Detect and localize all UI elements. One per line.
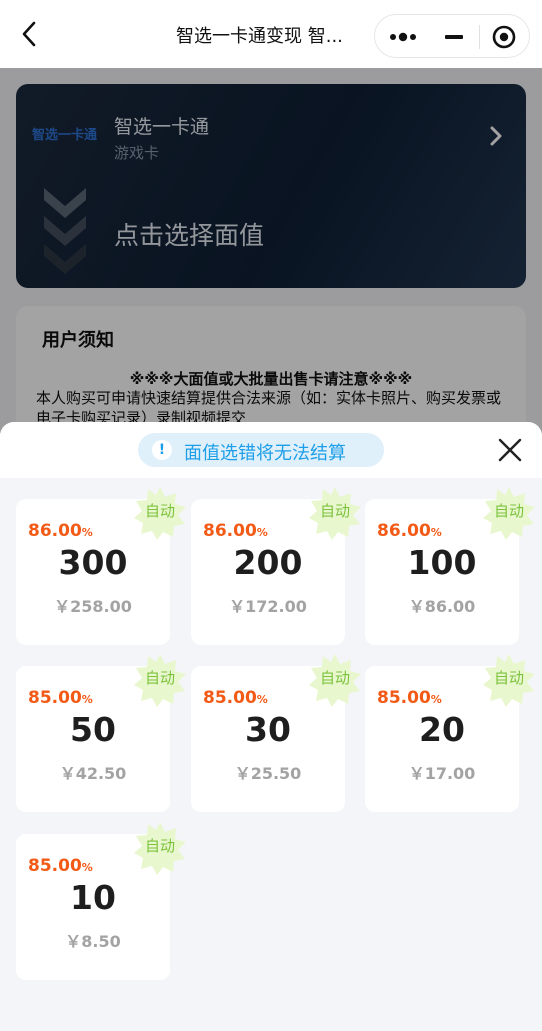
payout-price: ￥8.50 bbox=[65, 932, 121, 951]
denomination-item[interactable]: 86.00% 100 ￥86.00 自动 bbox=[365, 487, 535, 645]
navigation-bar: 智选一卡通变现 智... bbox=[0, 0, 542, 68]
auto-badge-label: 自动 bbox=[144, 837, 175, 855]
face-value: 100 bbox=[407, 543, 477, 582]
rate-unit: % bbox=[81, 861, 93, 874]
denomination-item[interactable]: 85.00% 30 ￥25.50 自动 bbox=[191, 654, 361, 812]
auto-badge: 自动 bbox=[481, 652, 537, 708]
page-title: 智选一卡通变现 智... bbox=[176, 26, 343, 47]
rate-value: 85.00 bbox=[28, 856, 82, 876]
auto-badge: 自动 bbox=[132, 820, 188, 876]
face-value: 200 bbox=[233, 543, 303, 582]
rate-value: 86.00 bbox=[28, 521, 82, 541]
denomination-item[interactable]: 85.00% 50 ￥42.50 自动 bbox=[16, 654, 186, 812]
exclamation-icon: ! bbox=[152, 440, 172, 460]
target-circle-icon[interactable] bbox=[489, 23, 519, 51]
rate-value: 86.00 bbox=[203, 521, 257, 541]
payout-price: ￥86.00 bbox=[408, 597, 476, 616]
payout-price: ￥17.00 bbox=[408, 764, 476, 783]
discount-rate: 86.00% bbox=[377, 521, 442, 541]
discount-rate: 85.00% bbox=[203, 688, 268, 708]
denomination-item[interactable]: 85.00% 10 ￥8.50 自动 bbox=[16, 822, 186, 980]
rate-unit: % bbox=[430, 693, 442, 706]
auto-badge: 自动 bbox=[132, 485, 188, 541]
face-value: 50 bbox=[70, 710, 116, 749]
discount-rate: 85.00% bbox=[28, 856, 93, 876]
auto-badge-label: 自动 bbox=[319, 669, 350, 687]
payout-price: ￥172.00 bbox=[229, 597, 307, 616]
auto-badge-label: 自动 bbox=[319, 502, 350, 520]
face-value: 20 bbox=[419, 710, 465, 749]
rate-value: 85.00 bbox=[377, 688, 431, 708]
more-dots-icon[interactable] bbox=[385, 23, 421, 51]
face-value: 10 bbox=[70, 878, 116, 917]
auto-badge: 自动 bbox=[481, 485, 537, 541]
payout-price: ￥42.50 bbox=[59, 764, 127, 783]
denomination-item[interactable]: 86.00% 300 ￥258.00 自动 bbox=[16, 487, 186, 645]
discount-rate: 86.00% bbox=[28, 521, 93, 541]
rate-unit: % bbox=[81, 693, 93, 706]
minimize-icon[interactable] bbox=[439, 23, 469, 51]
face-value: 30 bbox=[245, 710, 291, 749]
denomination-sheet: ! 面值选错将无法结算 86.00% 300 ￥258.00 自动 86.00%… bbox=[0, 422, 542, 1031]
denomination-item[interactable]: 86.00% 200 ￥172.00 自动 bbox=[191, 487, 361, 645]
auto-badge-label: 自动 bbox=[144, 669, 175, 687]
denomination-item[interactable]: 85.00% 20 ￥17.00 自动 bbox=[365, 654, 535, 812]
rate-unit: % bbox=[430, 526, 442, 539]
auto-badge: 自动 bbox=[307, 652, 363, 708]
auto-badge: 自动 bbox=[132, 652, 188, 708]
rate-unit: % bbox=[81, 526, 93, 539]
rate-value: 86.00 bbox=[377, 521, 431, 541]
auto-badge-label: 自动 bbox=[144, 502, 175, 520]
mini-program-capsule bbox=[374, 14, 530, 58]
payout-price: ￥25.50 bbox=[234, 764, 302, 783]
discount-rate: 86.00% bbox=[203, 521, 268, 541]
capsule-divider bbox=[479, 25, 480, 49]
rate-value: 85.00 bbox=[28, 688, 82, 708]
face-value: 300 bbox=[58, 543, 128, 582]
auto-badge-label: 自动 bbox=[493, 669, 524, 687]
auto-badge-label: 自动 bbox=[493, 502, 524, 520]
discount-rate: 85.00% bbox=[377, 688, 442, 708]
auto-badge: 自动 bbox=[307, 485, 363, 541]
rate-unit: % bbox=[256, 526, 268, 539]
rate-unit: % bbox=[256, 693, 268, 706]
payout-price: ￥258.00 bbox=[54, 597, 132, 616]
warning-tip-text: 面值选错将无法结算 bbox=[184, 443, 346, 464]
discount-rate: 85.00% bbox=[28, 688, 93, 708]
rate-value: 85.00 bbox=[203, 688, 257, 708]
denomination-grid: 86.00% 300 ￥258.00 自动 86.00% 200 ￥172.00… bbox=[0, 478, 542, 1031]
sheet-header: ! 面值选错将无法结算 bbox=[0, 422, 542, 478]
close-x-icon[interactable] bbox=[494, 434, 526, 466]
chevron-left-icon[interactable] bbox=[14, 18, 46, 50]
warning-tip: ! 面值选错将无法结算 bbox=[138, 433, 384, 467]
